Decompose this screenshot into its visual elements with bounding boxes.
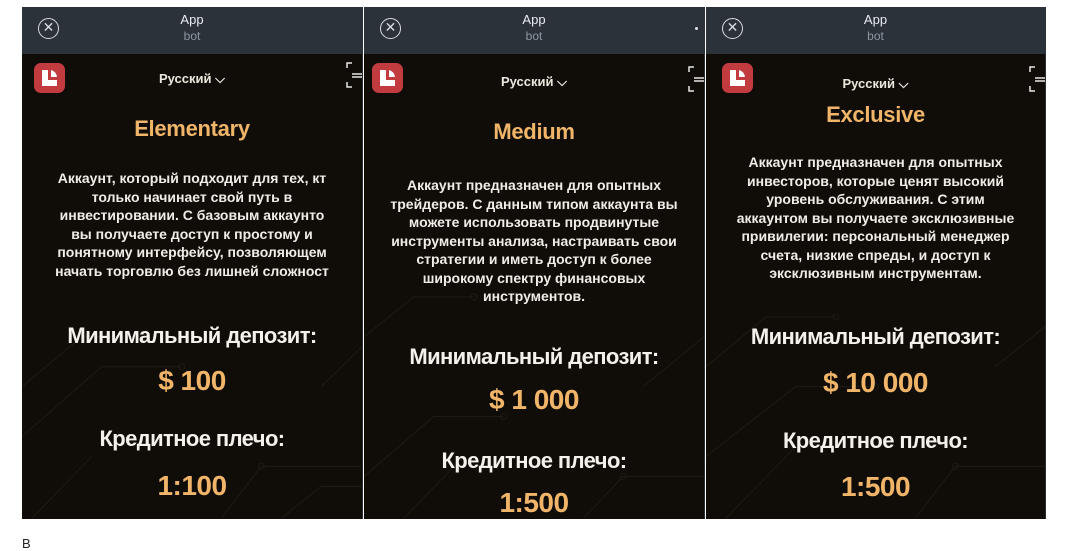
- app-subtitle: bot: [183, 29, 201, 43]
- description-line: уровень обслуживания. С этим: [766, 191, 985, 207]
- description-line: понятному интерфейсу, позволяющем: [57, 244, 327, 260]
- app-title: App: [863, 12, 888, 27]
- account-name: Elementary: [134, 116, 250, 141]
- more-icon[interactable]: [695, 27, 698, 30]
- deposit-label: Минимальный депозит:: [409, 344, 659, 369]
- account-content: Русский ⌵ Elementary Аккаунт, который по…: [22, 54, 362, 519]
- app-title: App: [180, 12, 204, 27]
- screenshot-collage: ✕ App bot Русский ⌵ Elementary Аккаунт, …: [22, 7, 1046, 519]
- language-selector[interactable]: Русский ⌵: [364, 74, 704, 90]
- app-subtitle: bot: [525, 29, 543, 43]
- description-line: Аккаунт предназначен для опытных: [748, 154, 1003, 170]
- qr-scan-icon[interactable]: [1029, 66, 1045, 92]
- description-line: стратегии и иметь доступ к более: [416, 251, 652, 267]
- app-subtitle: bot: [867, 29, 884, 43]
- language-selector[interactable]: Русский ⌵: [22, 71, 362, 87]
- account-name: Exclusive: [826, 102, 925, 127]
- leverage-value: 1:100: [157, 470, 227, 501]
- description-line: трейдеров. С данным типом аккаунта вы: [390, 195, 678, 212]
- leverage-label: Кредитное плечо:: [99, 426, 285, 451]
- language-selector[interactable]: Русский ⌵: [706, 76, 1045, 92]
- account-content: Русский ⌵ Medium Аккаунт предназначен дл…: [364, 54, 704, 519]
- panel-exclusive: ✕ App bot Русский ⌵ Exclusive Аккаунт пр…: [706, 7, 1046, 519]
- deposit-value: $ 100: [158, 365, 226, 396]
- panel-elementary: ✕ App bot Русский ⌵ Elementary Аккаунт, …: [22, 7, 363, 519]
- leverage-label: Кредитное плечо:: [441, 448, 627, 473]
- description-line: только начинает свой путь в: [91, 188, 293, 205]
- telegram-header: ✕ App bot: [22, 7, 362, 54]
- deposit-value: $ 1 000: [489, 384, 579, 415]
- description-line: Аккаунт предназначен для опытных: [407, 177, 661, 193]
- qr-scan-icon[interactable]: [346, 62, 362, 88]
- description-line: инвесторов, которые ценят высокий: [747, 172, 1004, 189]
- description-line: эксклюзивным инструментам.: [769, 265, 982, 281]
- chevron-down-icon: ⌵: [215, 71, 225, 86]
- telegram-header: ✕ App bot: [364, 7, 704, 54]
- description-line: инструменты анализа, настраивать свои: [391, 232, 677, 249]
- account-description: Аккаунт предназначен для опытных инвесто…: [706, 153, 1045, 283]
- description-line: счета, низкие спреды, и доступ к: [760, 246, 991, 263]
- description-line: начать торговлю без лишней сложност: [55, 262, 329, 279]
- chevron-down-icon: ⌵: [898, 76, 909, 91]
- footer-text: В: [22, 536, 31, 551]
- leverage-value: 1:500: [840, 471, 911, 502]
- telegram-header: ✕ App bot: [706, 7, 1045, 54]
- description-line: инвестировании. С базовым аккаунто: [59, 207, 325, 223]
- panel-medium: ✕ App bot Русский ⌵ Medium Аккаунт предн…: [364, 7, 705, 519]
- language-label: Русский: [842, 76, 896, 91]
- language-label: Русский: [158, 71, 212, 86]
- language-label: Русский: [500, 74, 554, 89]
- description-line: Аккаунт, который подходит для тех, кт: [57, 170, 327, 186]
- chevron-down-icon: ⌵: [557, 74, 567, 89]
- description-line: можете использовать продвинутые: [408, 214, 660, 230]
- leverage-value: 1:500: [499, 487, 569, 518]
- leverage-label: Кредитное плечо:: [782, 428, 969, 453]
- qr-scan-icon[interactable]: [688, 66, 704, 92]
- account-description: Аккаунт предназначен для опытных трейдер…: [364, 176, 704, 306]
- description-line: привилегии: персональный менеджер: [741, 228, 1010, 244]
- account-name: Medium: [493, 119, 575, 144]
- account-description: Аккаунт, который подходит для тех, кт то…: [22, 169, 362, 280]
- description-line: инструментов.: [483, 288, 585, 304]
- deposit-label: Минимальный депозит:: [750, 324, 1001, 349]
- deposit-value: $ 10 000: [823, 367, 929, 398]
- description-line: аккаунтом вы получаете эксклюзивные: [736, 209, 1015, 226]
- deposit-label: Минимальный депозит:: [67, 323, 317, 348]
- description-line: вы получаете доступ к простому и: [71, 225, 313, 242]
- app-title: App: [522, 12, 546, 27]
- description-line: широкому спектру финансовых: [422, 269, 646, 286]
- account-content: Русский ⌵ Exclusive Аккаунт предназначен…: [706, 54, 1045, 519]
